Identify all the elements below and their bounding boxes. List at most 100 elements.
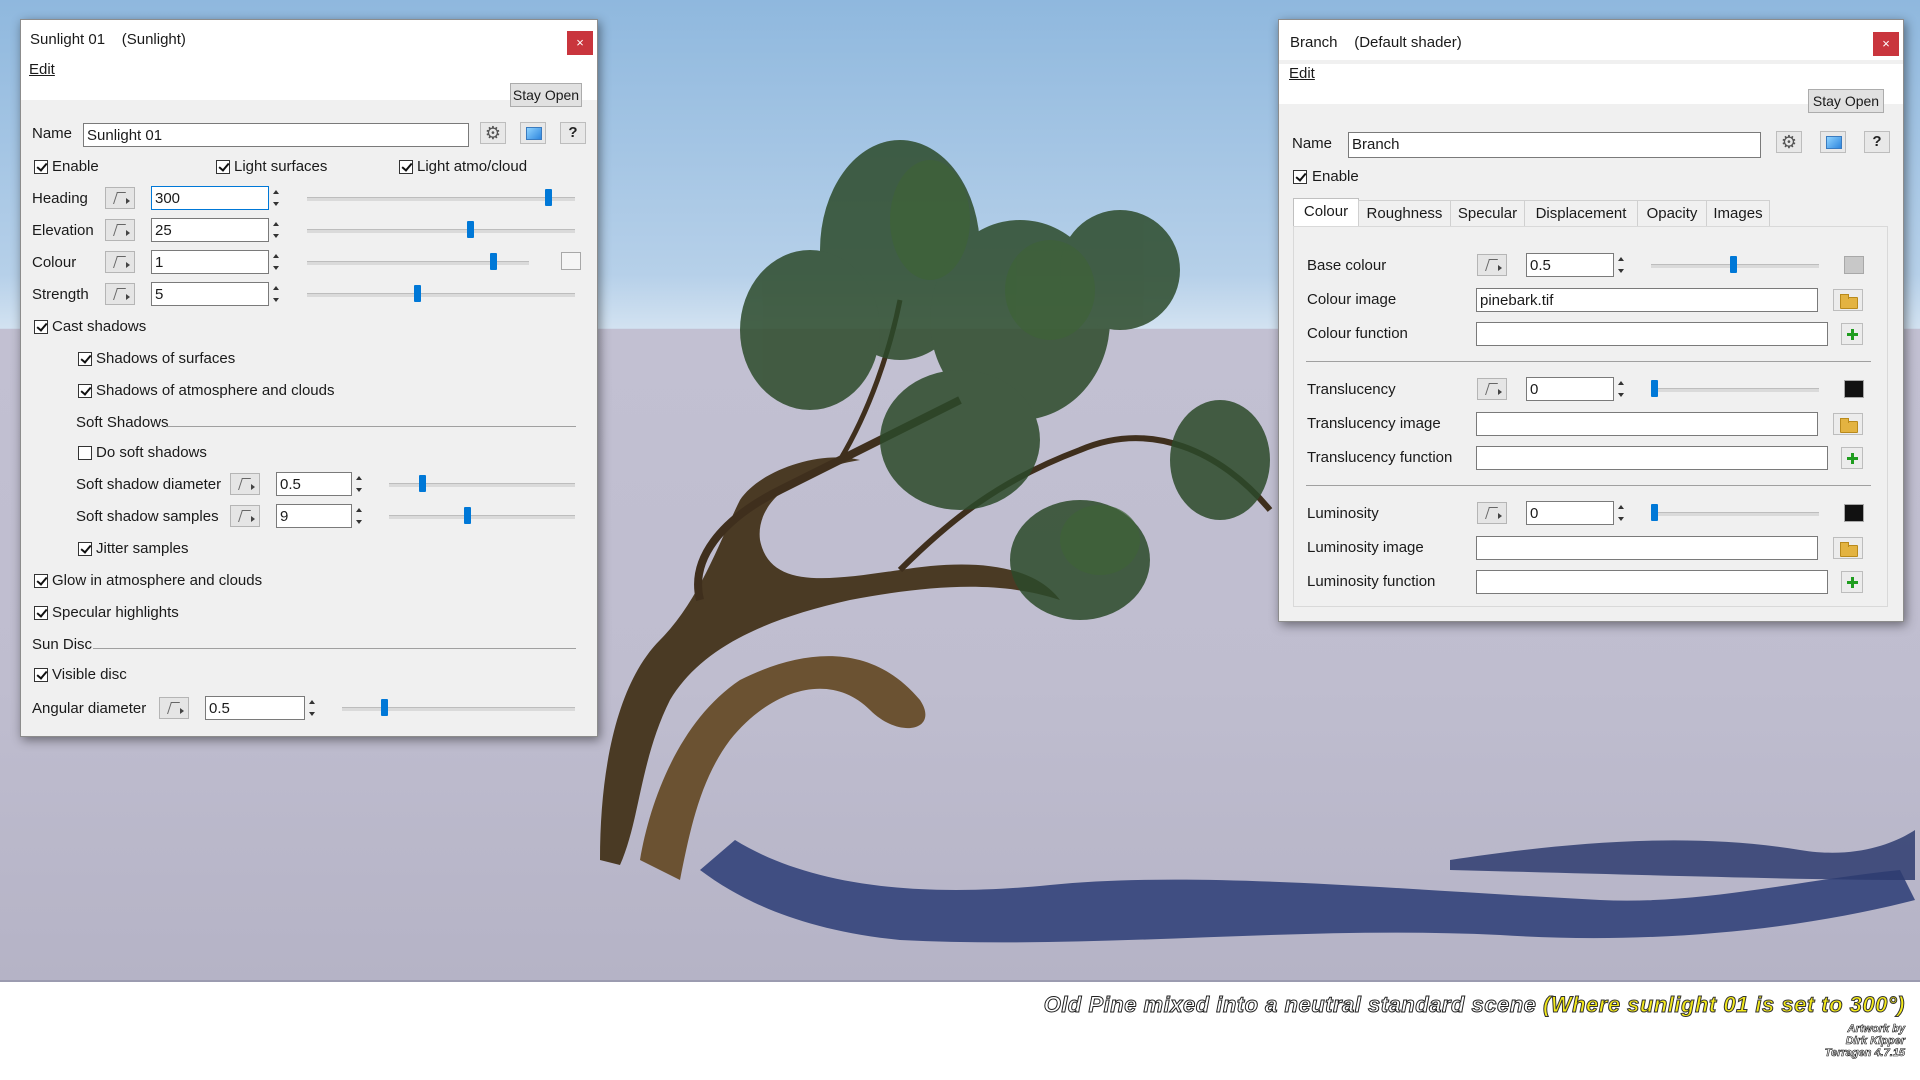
- base-colour-swatch[interactable]: [1844, 256, 1864, 274]
- elevation-input[interactable]: 25: [151, 218, 269, 242]
- colour-swatch[interactable]: [561, 252, 581, 270]
- preview-button[interactable]: [1820, 131, 1846, 153]
- luminosity-input[interactable]: 0: [1526, 501, 1614, 525]
- gear-settings-button[interactable]: ⚙: [1776, 131, 1802, 153]
- colour-function-add-button[interactable]: [1841, 323, 1863, 345]
- tab-specular[interactable]: Specular: [1450, 200, 1525, 227]
- slider-thumb[interactable]: [1651, 504, 1658, 521]
- soft-samples-function-button[interactable]: [230, 505, 260, 527]
- tab-roughness[interactable]: Roughness: [1358, 200, 1451, 227]
- strength-slider[interactable]: [307, 293, 575, 297]
- elevation-function-button[interactable]: [105, 219, 135, 241]
- close-button[interactable]: ×: [1873, 32, 1899, 56]
- colour-spinner[interactable]: [271, 250, 281, 274]
- slider-thumb[interactable]: [1651, 380, 1658, 397]
- luminosity-function-button[interactable]: [1477, 502, 1507, 524]
- soft-samples-spinner[interactable]: [354, 504, 364, 528]
- tab-displacement[interactable]: Displacement: [1524, 200, 1638, 227]
- strength-spinner[interactable]: [271, 282, 281, 306]
- soft-diameter-input[interactable]: 0.5: [276, 472, 352, 496]
- soft-diameter-function-button[interactable]: [230, 473, 260, 495]
- cast-shadows-checkbox[interactable]: [34, 320, 48, 334]
- translucency-image-input[interactable]: [1476, 412, 1818, 436]
- slider-thumb[interactable]: [1730, 256, 1738, 273]
- translucency-function-add-button[interactable]: [1841, 447, 1863, 469]
- do-soft-shadows-checkbox[interactable]: [78, 446, 92, 460]
- slider-thumb[interactable]: [464, 507, 472, 524]
- base-colour-input[interactable]: 0.5: [1526, 253, 1614, 277]
- jitter-checkbox[interactable]: [78, 542, 92, 556]
- heading-slider[interactable]: [307, 197, 575, 201]
- tab-opacity[interactable]: Opacity: [1637, 200, 1707, 227]
- slider-thumb[interactable]: [380, 699, 388, 716]
- slider-thumb[interactable]: [413, 285, 421, 302]
- light-surfaces-checkbox[interactable]: [216, 160, 230, 174]
- strength-function-button[interactable]: [105, 283, 135, 305]
- sunlight-titlebar[interactable]: Sunlight 01 (Sunlight) ×: [21, 20, 597, 60]
- help-button[interactable]: ?: [1864, 131, 1890, 153]
- shadows-atmo-checkbox[interactable]: [78, 384, 92, 398]
- help-button[interactable]: ?: [560, 122, 586, 144]
- angular-spinner[interactable]: [307, 696, 317, 720]
- stay-open-button[interactable]: Stay Open: [1808, 89, 1884, 113]
- colour-image-input[interactable]: pinebark.tif: [1476, 288, 1818, 312]
- heading-function-button[interactable]: [105, 187, 135, 209]
- elevation-slider[interactable]: [307, 229, 575, 233]
- angular-input[interactable]: 0.5: [205, 696, 305, 720]
- strength-input[interactable]: 5: [151, 282, 269, 306]
- enable-checkbox[interactable]: [1293, 170, 1307, 184]
- specular-checkbox[interactable]: [34, 606, 48, 620]
- soft-samples-slider[interactable]: [389, 515, 575, 519]
- translucency-function-button[interactable]: [1477, 378, 1507, 400]
- slider-thumb[interactable]: [545, 189, 553, 206]
- menu-edit[interactable]: Edit: [1289, 65, 1315, 82]
- luminosity-image-browse-button[interactable]: [1833, 537, 1863, 559]
- enable-checkbox[interactable]: [34, 160, 48, 174]
- soft-diameter-spinner[interactable]: [354, 472, 364, 496]
- preview-icon: [526, 127, 542, 140]
- slider-thumb[interactable]: [467, 221, 475, 238]
- visible-disc-checkbox[interactable]: [34, 668, 48, 682]
- angular-slider[interactable]: [342, 707, 575, 711]
- name-field[interactable]: Sunlight 01: [83, 123, 469, 147]
- colour-input[interactable]: 1: [151, 250, 269, 274]
- elevation-spinner[interactable]: [271, 218, 281, 242]
- luminosity-function-input[interactable]: [1476, 570, 1828, 594]
- base-colour-spinner[interactable]: [1616, 253, 1626, 277]
- name-field[interactable]: Branch: [1348, 132, 1761, 158]
- heading-input[interactable]: 300: [151, 186, 269, 210]
- tab-images[interactable]: Images: [1706, 200, 1770, 227]
- gear-settings-button[interactable]: ⚙: [480, 122, 506, 144]
- base-colour-function-button[interactable]: [1477, 254, 1507, 276]
- luminosity-function-add-button[interactable]: [1841, 571, 1863, 593]
- translucency-slider[interactable]: [1651, 388, 1819, 392]
- translucency-function-input[interactable]: [1476, 446, 1828, 470]
- translucency-swatch[interactable]: [1844, 380, 1864, 398]
- tab-colour[interactable]: Colour: [1293, 198, 1359, 227]
- light-atmo-checkbox[interactable]: [399, 160, 413, 174]
- soft-diameter-slider[interactable]: [389, 483, 575, 487]
- slider-thumb[interactable]: [490, 253, 498, 270]
- glow-checkbox[interactable]: [34, 574, 48, 588]
- heading-spinner[interactable]: [271, 186, 281, 210]
- luminosity-slider[interactable]: [1651, 512, 1819, 516]
- gear-icon: ⚙: [484, 123, 502, 143]
- preview-button[interactable]: [520, 122, 546, 144]
- close-button[interactable]: ×: [567, 31, 593, 55]
- translucency-spinner[interactable]: [1616, 377, 1626, 401]
- colour-function-button[interactable]: [105, 251, 135, 273]
- colour-function-input[interactable]: [1476, 322, 1828, 346]
- menu-edit[interactable]: Edit: [29, 61, 55, 78]
- luminosity-image-input[interactable]: [1476, 536, 1818, 560]
- luminosity-spinner[interactable]: [1616, 501, 1626, 525]
- slider-thumb[interactable]: [419, 475, 427, 492]
- shadows-surfaces-checkbox[interactable]: [78, 352, 92, 366]
- translucency-image-browse-button[interactable]: [1833, 413, 1863, 435]
- stay-open-button[interactable]: Stay Open: [510, 83, 582, 107]
- branch-titlebar[interactable]: Branch (Default shader) ×: [1279, 20, 1903, 60]
- colour-image-browse-button[interactable]: [1833, 289, 1863, 311]
- soft-samples-input[interactable]: 9: [276, 504, 352, 528]
- angular-function-button[interactable]: [159, 697, 189, 719]
- translucency-input[interactable]: 0: [1526, 377, 1614, 401]
- luminosity-swatch[interactable]: [1844, 504, 1864, 522]
